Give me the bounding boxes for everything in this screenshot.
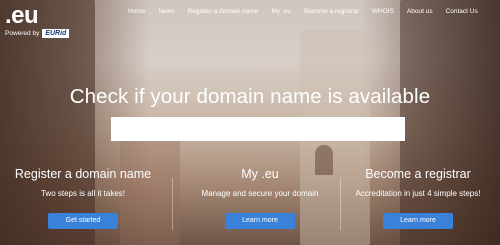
column-divider: [172, 178, 173, 230]
nav-item-become-registrar[interactable]: Become a registrar: [304, 8, 359, 15]
nav-item-news[interactable]: News: [158, 8, 174, 15]
main-nav: Home News Register a domain name My .eu …: [128, 8, 478, 15]
eurid-logo[interactable]: EURid: [42, 29, 70, 38]
nav-item-home[interactable]: Home: [128, 8, 145, 15]
feature-become-registrar: Become a registrar Accreditation in just…: [335, 167, 500, 229]
powered-by: Powered by EURid: [5, 29, 70, 38]
feature-subtitle: Manage and secure your domain: [201, 189, 319, 198]
feature-title: Register a domain name: [14, 167, 152, 181]
nav-item-contact[interactable]: Contact Us: [446, 8, 478, 15]
logo-text[interactable]: .eu: [5, 3, 69, 29]
feature-subtitle: Two steps is all it takes!: [40, 189, 126, 198]
feature-my-eu: My .eu Manage and secure your domain Lea…: [177, 167, 343, 229]
learn-more-button[interactable]: Learn more: [225, 213, 295, 229]
nav-item-register[interactable]: Register a domain name: [188, 8, 259, 15]
feature-title: My .eu: [241, 167, 279, 181]
get-started-button[interactable]: Get started: [48, 213, 118, 229]
nav-item-my-eu[interactable]: My .eu: [271, 8, 291, 15]
site-logo[interactable]: .eu Powered by EURid: [5, 3, 70, 38]
feature-title: Become a registrar: [365, 167, 471, 181]
powered-by-label: Powered by: [5, 30, 40, 37]
feature-register: Register a domain name Two steps is all …: [0, 167, 166, 229]
page-headline: Check if your domain name is available: [69, 85, 431, 108]
feature-subtitle: Accreditation in just 4 simple steps!: [355, 189, 481, 198]
nav-item-whois[interactable]: WHOIS: [372, 8, 394, 15]
domain-search-input[interactable]: [111, 117, 405, 141]
nav-item-about[interactable]: About us: [407, 8, 433, 15]
learn-more-button[interactable]: Learn more: [383, 213, 453, 229]
